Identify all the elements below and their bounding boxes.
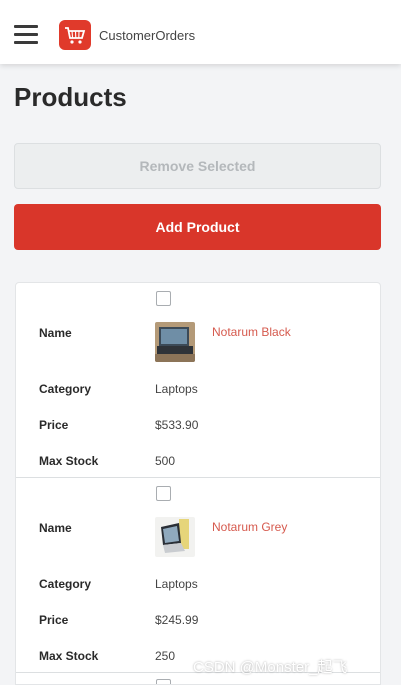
- add-product-button[interactable]: Add Product: [14, 204, 381, 250]
- product-select-checkbox[interactable]: [156, 486, 171, 501]
- top-app-bar: CustomerOrders: [0, 0, 401, 64]
- price-label: Price: [39, 418, 69, 432]
- product-price: $245.99: [155, 613, 199, 627]
- product-select-checkbox[interactable]: [156, 679, 171, 684]
- price-label: Price: [39, 613, 69, 627]
- product-card: Name Notarum Grey Category Laptops Price…: [16, 478, 380, 673]
- category-label: Category: [39, 577, 92, 591]
- product-category: Laptops: [155, 382, 198, 396]
- app-title: CustomerOrders: [99, 28, 196, 43]
- shopping-cart-icon[interactable]: [59, 20, 91, 50]
- product-thumbnail: [155, 322, 195, 362]
- remove-selected-button[interactable]: Remove Selected: [14, 143, 381, 189]
- product-list: Name Notarum Black Category Laptops Pric…: [15, 282, 381, 685]
- product-category: Laptops: [155, 577, 198, 591]
- product-name-link[interactable]: Notarum Black: [212, 322, 292, 342]
- watermark: CSDN @Monster_起飞: [193, 659, 348, 676]
- name-label: Name: [39, 326, 72, 340]
- category-label: Category: [39, 382, 92, 396]
- product-name-link[interactable]: Notarum Grey: [212, 517, 292, 537]
- product-card: Name Notarum Black Category Laptops Pric…: [16, 283, 380, 478]
- product-select-checkbox[interactable]: [156, 291, 171, 306]
- product-price: $533.90: [155, 418, 199, 432]
- max-stock-label: Max Stock: [39, 649, 99, 663]
- product-thumbnail: [155, 517, 195, 557]
- product-max-stock: 250: [155, 649, 176, 663]
- product-max-stock: 500: [155, 454, 176, 468]
- max-stock-label: Max Stock: [39, 454, 99, 468]
- hamburger-menu-icon[interactable]: [14, 25, 38, 45]
- name-label: Name: [39, 521, 72, 535]
- page-title: Products: [14, 82, 127, 112]
